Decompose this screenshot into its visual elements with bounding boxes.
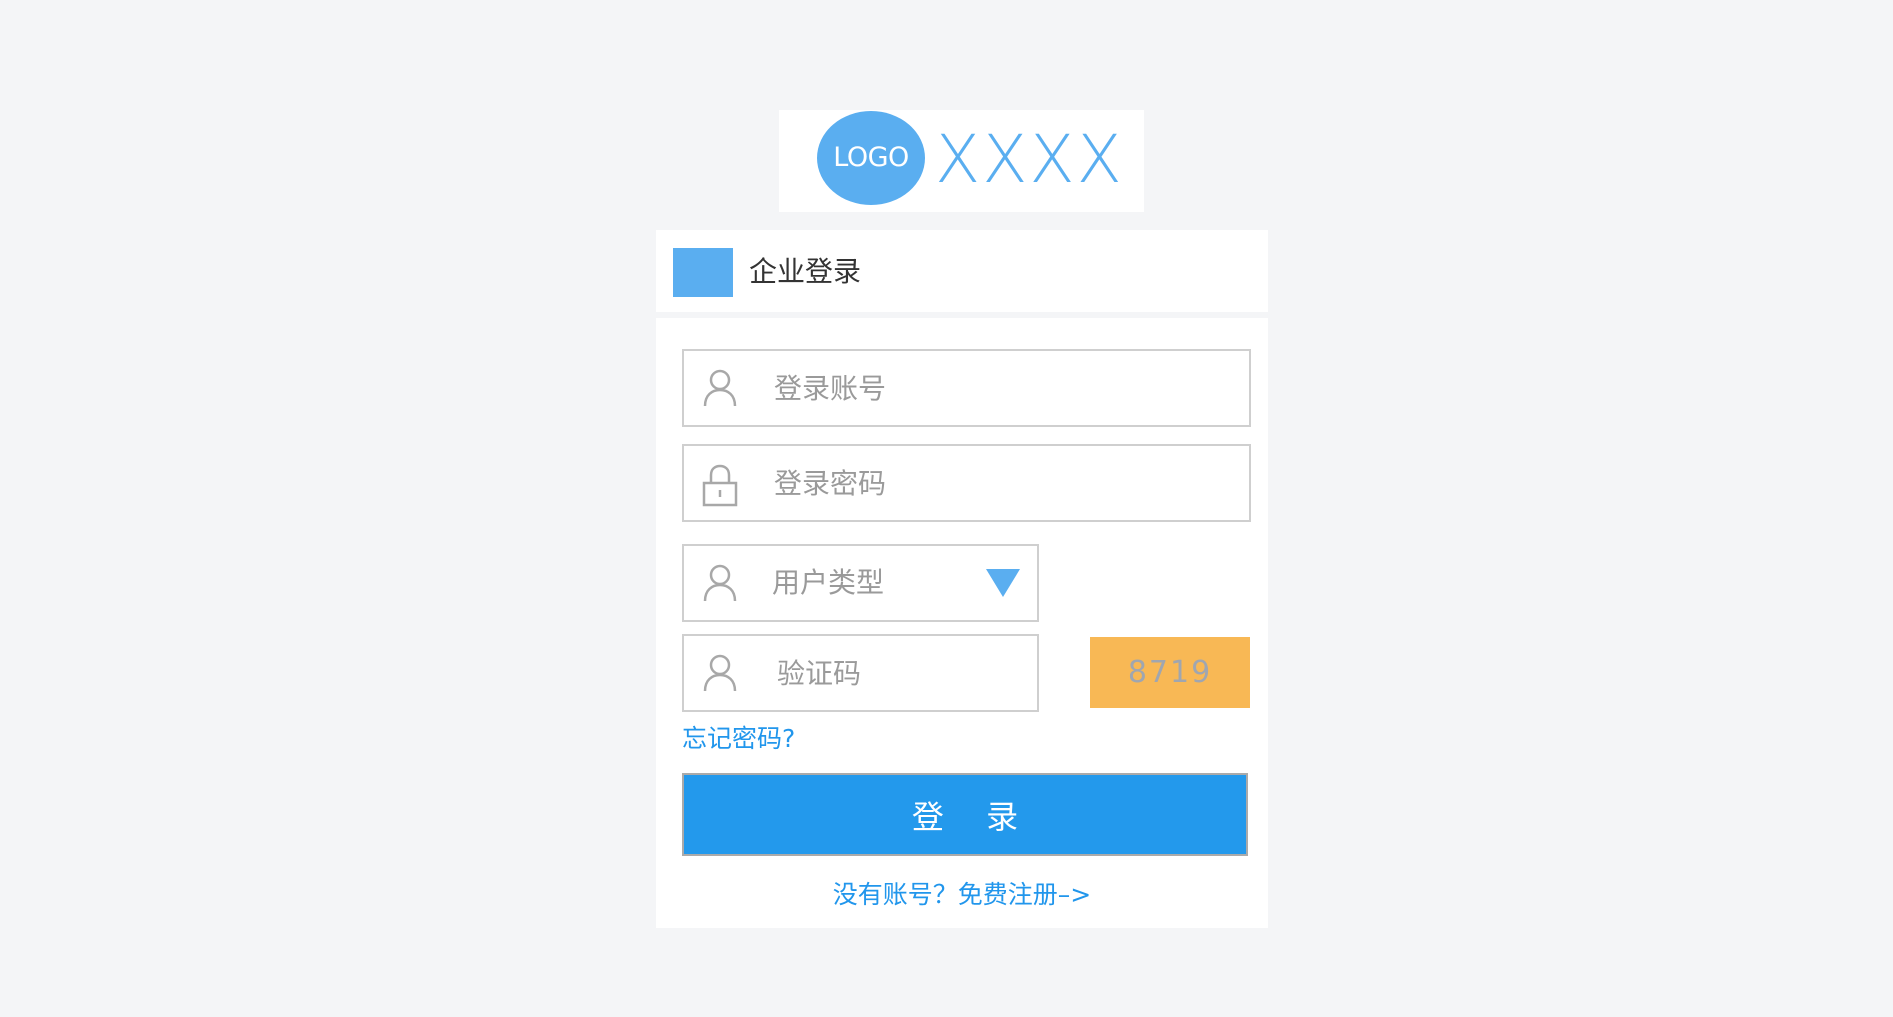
user-type-select[interactable]: 用户类型 bbox=[682, 544, 1039, 622]
login-header: 企业登录 bbox=[656, 230, 1268, 312]
forgot-password-link[interactable]: 忘记密码? bbox=[682, 722, 795, 756]
user-icon bbox=[702, 368, 738, 408]
brand-name: XXXX bbox=[935, 121, 1124, 198]
lock-icon bbox=[702, 463, 738, 507]
password-field[interactable] bbox=[682, 444, 1251, 522]
login-form: 用户类型 8719 忘记密码? 登 录 没有账号？免费注册–> bbox=[656, 318, 1268, 928]
user-icon bbox=[702, 653, 738, 693]
triangle-down-icon[interactable] bbox=[985, 567, 1021, 599]
captcha-image[interactable]: 8719 bbox=[1090, 637, 1250, 708]
captcha-field[interactable] bbox=[682, 634, 1039, 712]
register-link[interactable]: 没有账号？免费注册–> bbox=[656, 878, 1268, 912]
captcha-input[interactable] bbox=[775, 652, 1019, 694]
login-button[interactable]: 登 录 bbox=[682, 773, 1248, 856]
logo-banner: LOGO XXXX bbox=[779, 110, 1144, 212]
account-field[interactable] bbox=[682, 349, 1251, 427]
account-input[interactable] bbox=[772, 367, 1176, 409]
header-accent-square bbox=[673, 248, 733, 297]
user-type-label: 用户类型 bbox=[772, 566, 885, 599]
page-title: 企业登录 bbox=[749, 255, 862, 288]
logo-badge: LOGO bbox=[817, 111, 925, 205]
password-input[interactable] bbox=[772, 462, 1176, 504]
user-icon bbox=[702, 563, 738, 603]
